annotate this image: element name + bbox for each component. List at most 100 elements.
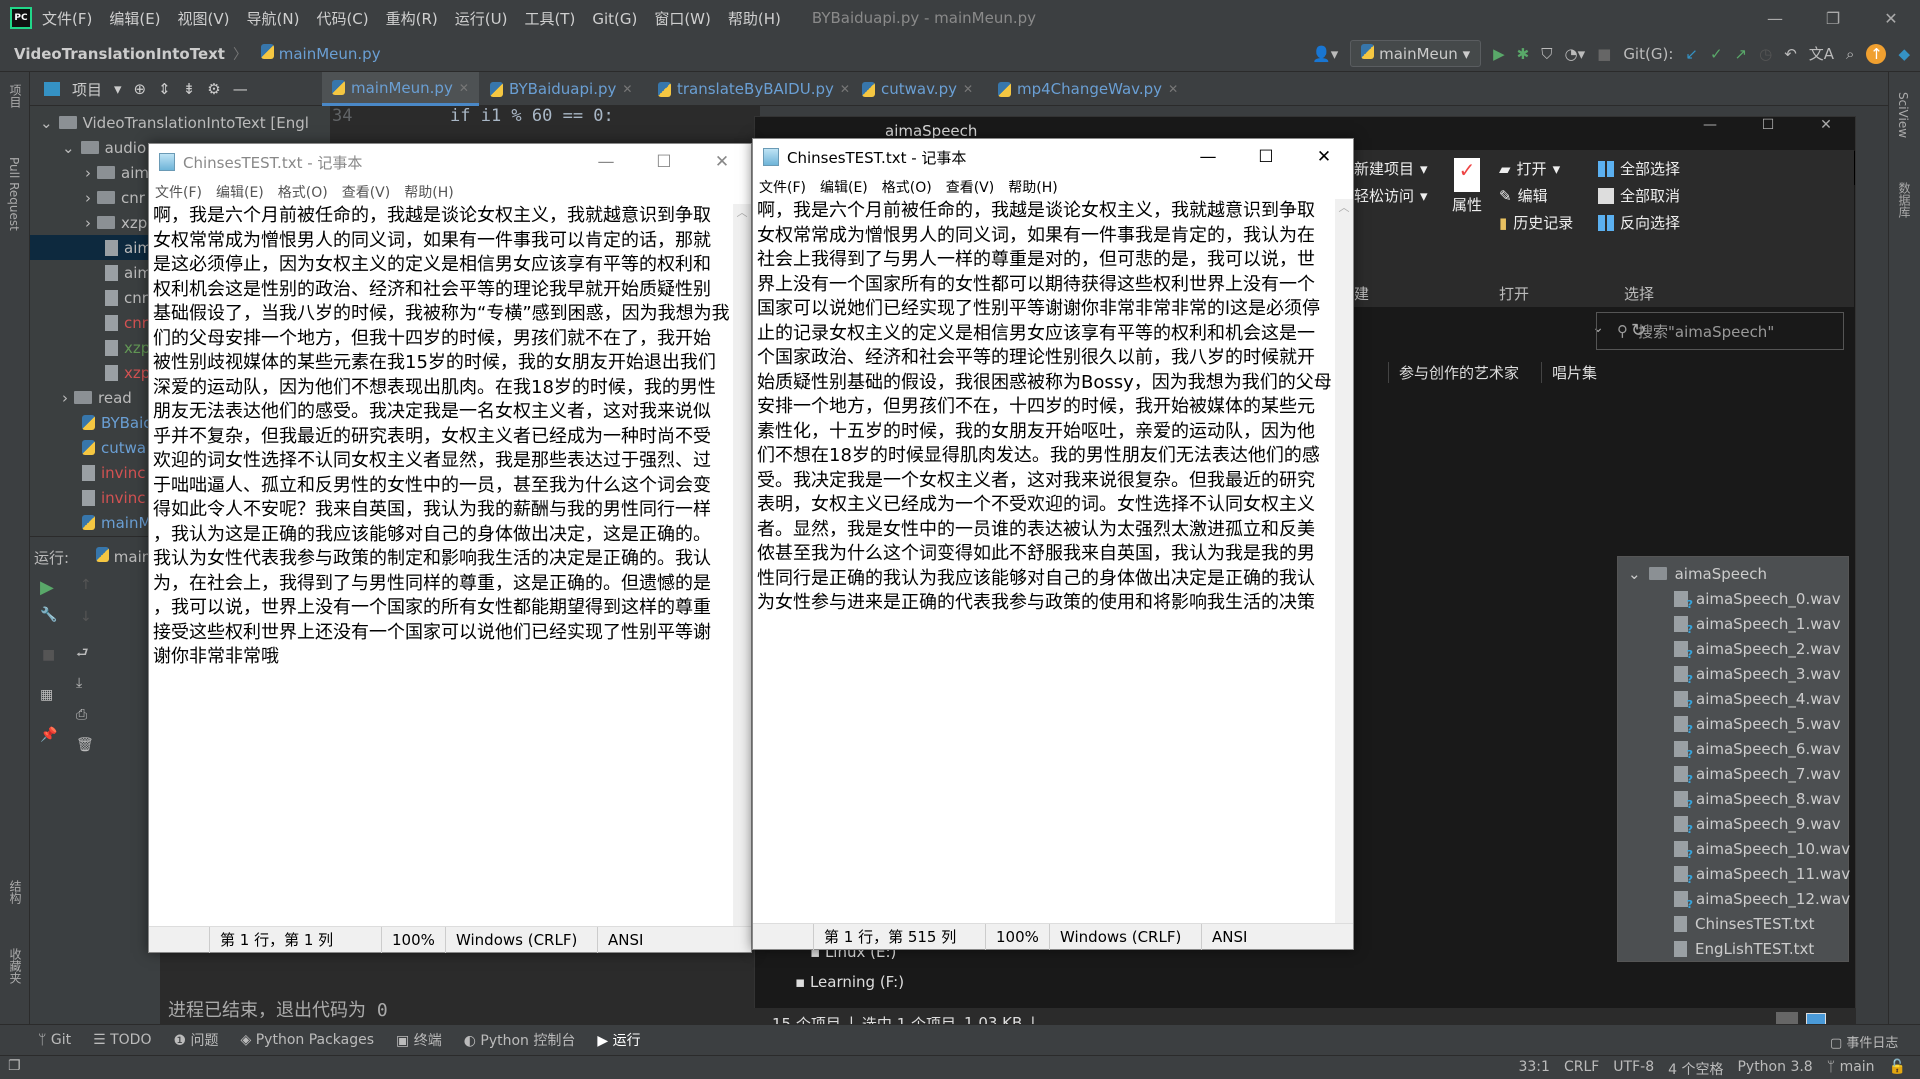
pull-request-tool-button[interactable]: Pull Request xyxy=(7,157,21,231)
collapse-all-icon[interactable]: ⇟ xyxy=(183,80,196,98)
editor-tab[interactable]: mainMeun.py ✕ xyxy=(322,72,479,106)
menu-item[interactable]: 文件(F) xyxy=(42,10,92,28)
line-separator[interactable]: CRLF xyxy=(1564,1059,1599,1079)
folder-aimaspeech[interactable]: ⌄ aimaSpeech xyxy=(1618,561,1767,586)
tool-window-2[interactable]: ❶ 问题 xyxy=(173,1030,218,1050)
pin-icon[interactable]: 📌 xyxy=(40,727,57,743)
menu-item[interactable]: 导航(N) xyxy=(247,10,300,28)
column-artist[interactable]: 参与创作的艺术家 xyxy=(1388,361,1519,383)
minimize-button[interactable]: — xyxy=(1179,139,1237,175)
new-item-button[interactable]: 新建项目 ▾ xyxy=(1354,158,1428,179)
notepad-text-area[interactable]: 啊，我是六个月前被任命的，我越是谈论女权主义，我就越意识到争取 女权常常成为憎恨男… xyxy=(153,204,731,670)
menu-item[interactable]: 编辑(E) xyxy=(109,10,160,28)
file-item[interactable]: aimaSpeech_3.wav xyxy=(1618,661,1841,686)
maximize-button[interactable]: ☐ xyxy=(1237,139,1295,175)
close-tab-icon[interactable]: ✕ xyxy=(622,82,632,96)
file-item[interactable]: ChinsesTEST.txt xyxy=(1618,911,1814,936)
file-item[interactable]: aimaSpeech_7.wav xyxy=(1618,761,1841,786)
debug-icon[interactable]: ✱ xyxy=(1517,45,1530,63)
history-button[interactable]: ▮ 历史记录 xyxy=(1499,212,1573,233)
explorer-search-input[interactable]: ⚲ 搜索"aimaSpeech" xyxy=(1596,312,1844,350)
minimize-button[interactable]: — xyxy=(1746,0,1804,36)
git-push-icon[interactable]: ↗ xyxy=(1735,45,1748,63)
menu-item[interactable]: 帮助(H) xyxy=(728,10,781,28)
code-with-me-icon[interactable]: ◆ xyxy=(1898,45,1910,63)
file-encoding[interactable]: UTF-8 xyxy=(1613,1059,1654,1079)
easy-access-button[interactable]: 轻松访问 ▾ xyxy=(1354,185,1428,206)
drive-learning[interactable]: ▪ Learning (F:) xyxy=(795,973,904,991)
file-item[interactable]: aimaSpeech_12.wav xyxy=(1618,886,1850,911)
invert-selection-button[interactable]: 反向选择 xyxy=(1598,212,1680,233)
run-icon[interactable]: ▶ xyxy=(1493,45,1505,63)
tool-window-6[interactable]: ▶ 运行 xyxy=(597,1030,640,1050)
menu-item[interactable]: 代码(C) xyxy=(316,10,368,28)
event-log-button[interactable]: ▢ 事件日志 xyxy=(1830,1032,1898,1051)
close-button[interactable]: ✕ xyxy=(1295,139,1353,175)
notepad-menu-item[interactable]: 帮助(H) xyxy=(1008,177,1057,197)
close-tab-icon[interactable]: ✕ xyxy=(459,81,469,95)
menu-item[interactable]: 窗口(W) xyxy=(654,10,711,28)
trash-icon[interactable]: 🗑 xyxy=(76,737,94,753)
coverage-icon[interactable]: ⛉ xyxy=(1541,45,1552,63)
close-tab-icon[interactable]: ✕ xyxy=(963,82,973,96)
notepad-menu-item[interactable]: 格式(O) xyxy=(882,177,932,197)
down-icon[interactable]: ↓ xyxy=(80,609,92,625)
stop-icon[interactable]: ■ xyxy=(42,647,55,663)
vertical-scrollbar[interactable]: ︿ xyxy=(733,204,751,926)
notepad-menu-item[interactable]: 帮助(H) xyxy=(404,182,453,202)
hide-icon[interactable]: — xyxy=(233,80,248,98)
explorer-maximize-button[interactable]: ☐ xyxy=(1739,117,1797,133)
notepad-menu-item[interactable]: 格式(O) xyxy=(278,182,328,202)
project-label[interactable]: 项目 xyxy=(72,79,102,100)
open-button[interactable]: ▰ 打开 ▾ xyxy=(1499,158,1560,179)
notepad-text-area[interactable]: 啊，我是六个月前被任命的，我越是谈论女权主义，我就越意识到争取 女权常常成为憎恨男… xyxy=(757,199,1333,616)
vertical-scrollbar[interactable]: ︿ xyxy=(1335,199,1353,923)
user-icon[interactable]: 👤▾ xyxy=(1312,45,1338,63)
notepad-menu-item[interactable]: 查看(V) xyxy=(342,182,391,202)
notepad-menu-item[interactable]: 查看(V) xyxy=(946,177,995,197)
notepad-menu-item[interactable]: 编辑(E) xyxy=(820,177,868,197)
properties-button[interactable]: ✓ 属性 xyxy=(1452,158,1482,215)
rollback-icon[interactable]: ↶ xyxy=(1784,45,1797,63)
file-item[interactable]: aimaSpeech_1.wav xyxy=(1618,611,1841,636)
editor-tab[interactable]: BYBaiduapi.py ✕ xyxy=(480,72,642,106)
layout-icon[interactable]: ▦ xyxy=(40,687,53,703)
caret-position[interactable]: 33:1 xyxy=(1518,1059,1549,1079)
profile-icon[interactable]: ◔▾ xyxy=(1565,45,1586,63)
menu-item[interactable]: 重构(R) xyxy=(386,10,438,28)
sciview-tool-button[interactable]: SciView xyxy=(1896,92,1910,138)
toggle-tool-windows-icon[interactable]: ❐ xyxy=(8,1058,21,1074)
file-item[interactable]: aimaSpeech_10.wav xyxy=(1618,836,1850,861)
tree-root[interactable]: ⌄ VideoTranslationIntoText [Engl xyxy=(30,110,330,135)
explorer-close-button[interactable]: ✕ xyxy=(1797,117,1855,133)
stop-icon[interactable]: ■ xyxy=(1597,45,1611,63)
soft-wrap-icon[interactable]: ⮐ xyxy=(76,642,89,666)
tool-window-0[interactable]: ᛘ Git xyxy=(38,1032,71,1048)
print-icon[interactable]: ⎙ xyxy=(76,707,87,723)
menu-item[interactable]: 工具(T) xyxy=(524,10,575,28)
close-tab-icon[interactable]: ✕ xyxy=(840,82,850,96)
notepad-menu-item[interactable]: 文件(F) xyxy=(759,177,806,197)
file-item[interactable]: aimaSpeech_0.wav xyxy=(1618,586,1841,611)
wrench-icon[interactable]: 🔧 xyxy=(40,607,57,623)
column-album[interactable]: 唱片集 xyxy=(1541,361,1597,383)
notepad-menu-item[interactable]: 编辑(E) xyxy=(216,182,264,202)
notepad-menu-item[interactable]: 文件(F) xyxy=(155,182,202,202)
file-item[interactable]: aimaSpeech_11.wav xyxy=(1618,861,1850,886)
menu-item[interactable]: Git(G) xyxy=(592,10,637,28)
structure-tool-button[interactable]: 结构 xyxy=(7,880,24,904)
close-tab-icon[interactable]: ✕ xyxy=(1168,82,1178,96)
translate-icon[interactable]: 文A xyxy=(1809,43,1834,64)
history-icon[interactable]: ◷ xyxy=(1759,45,1772,63)
git-update-icon[interactable]: ↙ xyxy=(1685,45,1698,63)
file-item[interactable]: aimaSpeech_2.wav xyxy=(1618,636,1841,661)
file-item[interactable]: aimaSpeech_5.wav xyxy=(1618,711,1841,736)
editor-tab[interactable]: mp4ChangeWav.py ✕ xyxy=(988,72,1188,106)
rerun-icon[interactable]: ▶ xyxy=(40,577,54,598)
up-icon[interactable]: ↑ xyxy=(80,577,92,593)
breadcrumb-project[interactable]: VideoTranslationIntoText xyxy=(14,45,225,63)
restore-button[interactable]: ❐ xyxy=(1804,0,1862,36)
search-icon[interactable]: ⌕ xyxy=(1846,45,1854,63)
select-none-button[interactable]: 全部取消 xyxy=(1598,185,1680,206)
git-commit-icon[interactable]: ✓ xyxy=(1710,45,1723,63)
